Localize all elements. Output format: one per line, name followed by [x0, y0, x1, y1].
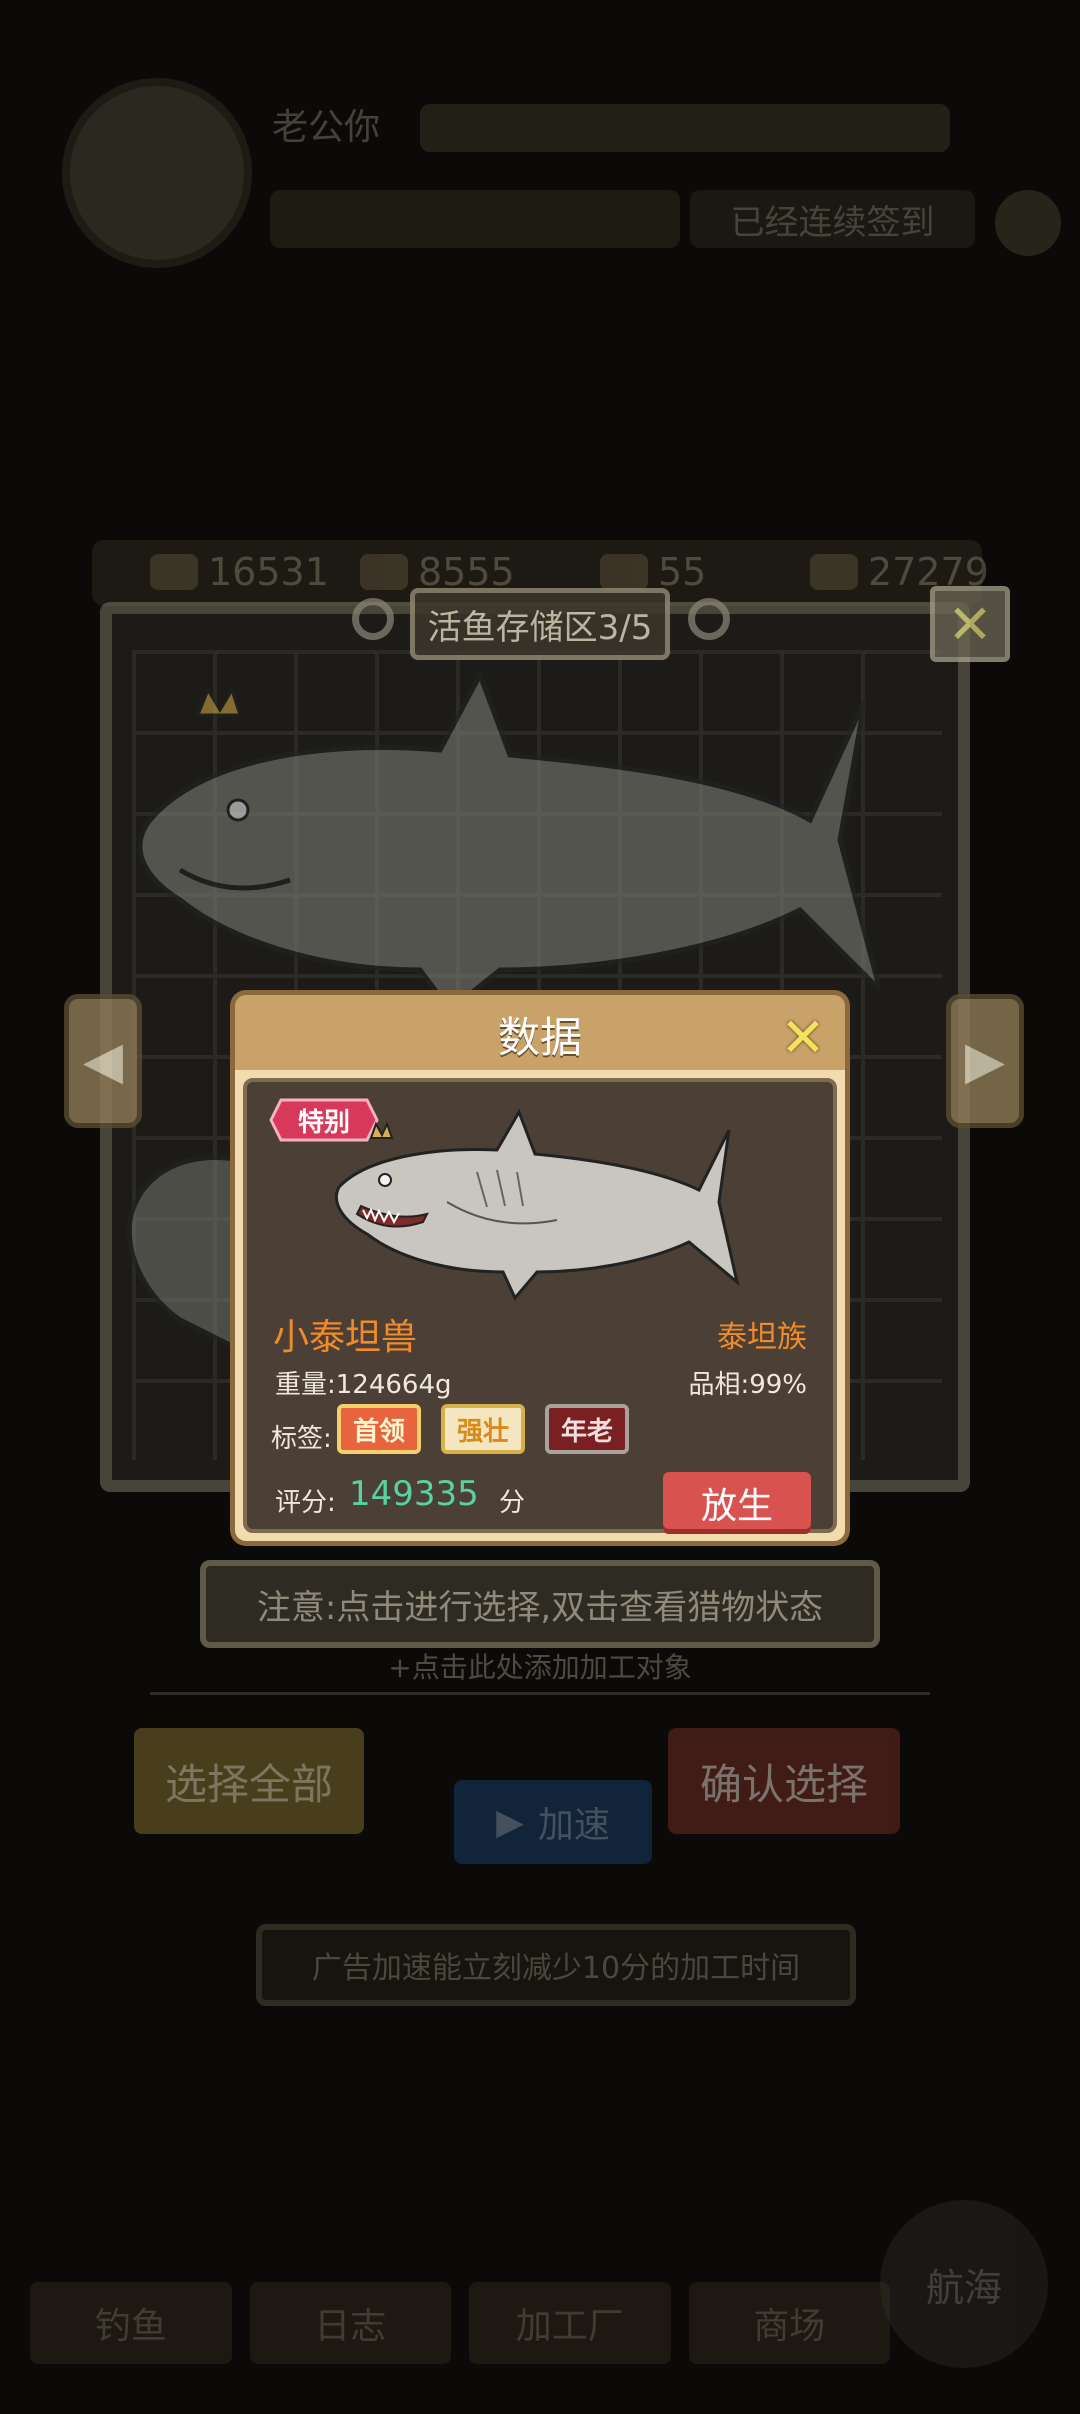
- tool-icon: [600, 554, 648, 590]
- resource-value: 16531: [208, 550, 329, 594]
- storage-title: 活鱼存储区3/5: [410, 588, 670, 660]
- sail-button[interactable]: 航海: [880, 2200, 1048, 2368]
- next-arrow-button[interactable]: ▶: [946, 994, 1024, 1128]
- player-name: 老公你: [272, 107, 381, 148]
- tags-label: 标签:: [271, 1424, 332, 1454]
- score-label: 评分:: [275, 1488, 336, 1518]
- nav-log[interactable]: 日志: [249, 2282, 451, 2364]
- speed-up-button[interactable]: ▶ 加速: [454, 1780, 652, 1864]
- nav-shop[interactable]: 商场: [688, 2282, 890, 2364]
- nav-fishing[interactable]: 钓鱼: [30, 2282, 232, 2364]
- nav-factory[interactable]: 加工厂: [469, 2282, 671, 2364]
- score-value: 149335: [349, 1474, 479, 1514]
- confirm-select-button[interactable]: 确认选择: [668, 1728, 900, 1834]
- fish-weight: 重量:124664g: [275, 1370, 452, 1400]
- fish-quality: 品相:99%: [688, 1370, 807, 1400]
- release-button[interactable]: 放生: [663, 1472, 811, 1534]
- chain-ring-icon: [688, 598, 730, 640]
- shell-icon: [360, 554, 408, 590]
- tag-leader: 首领: [337, 1404, 421, 1454]
- video-camera-icon: ▶: [496, 1801, 524, 1843]
- modal-title: 数据: [497, 1013, 582, 1062]
- fish-data-modal: 数据 ✕ 特别 小泰坦兽 泰坦族 重量:124664g 品相:99% 标签: 首…: [230, 990, 850, 1546]
- resource-fish: 16531: [150, 550, 329, 594]
- bottom-nav: 钓鱼 日志 加工厂 商场: [30, 2282, 890, 2364]
- coin-icon: [810, 554, 858, 590]
- ad-hint-bar: 广告加速能立刻减少10分的加工时间: [256, 1924, 856, 2006]
- fish-card: 特别 小泰坦兽 泰坦族 重量:124664g 品相:99% 标签: 首领 强壮 …: [243, 1078, 837, 1534]
- select-all-button[interactable]: 选择全部: [134, 1728, 364, 1834]
- modal-header: 数据 ✕: [230, 990, 850, 1074]
- add-target-slot[interactable]: +点击此处添加加工对象: [150, 1640, 930, 1695]
- exp-bar: [420, 104, 950, 152]
- stored-shark-partial[interactable]: [120, 1150, 240, 1380]
- score-unit: 分: [499, 1488, 526, 1518]
- shark-illustration: [334, 1108, 740, 1301]
- notice-bar: 注意:点击进行选择,双击查看猎物状态: [200, 1560, 880, 1648]
- fish-family: 泰坦族: [717, 1320, 807, 1355]
- player-avatar[interactable]: [62, 78, 252, 268]
- prev-arrow-button[interactable]: ◀: [64, 994, 142, 1128]
- signin-pill[interactable]: 已经连续签到: [690, 190, 975, 248]
- chain-ring-icon: [352, 598, 394, 640]
- settings-gear-icon[interactable]: [995, 190, 1061, 256]
- modal-close-button[interactable]: ✕: [775, 1006, 831, 1069]
- tag-strong: 强壮: [441, 1404, 525, 1454]
- fish-name: 小泰坦兽: [273, 1317, 418, 1358]
- fish-icon: [150, 554, 198, 590]
- storage-close-button[interactable]: ✕: [930, 586, 1010, 662]
- tag-old: 年老: [545, 1404, 629, 1454]
- stored-shark-large[interactable]: [120, 670, 880, 1000]
- speed-up-label: 加速: [537, 1805, 610, 1846]
- resource-value: 55: [658, 550, 707, 594]
- modal-body: 特别 小泰坦兽 泰坦族 重量:124664g 品相:99% 标签: 首领 强壮 …: [230, 1070, 850, 1546]
- status-bar: [270, 190, 680, 248]
